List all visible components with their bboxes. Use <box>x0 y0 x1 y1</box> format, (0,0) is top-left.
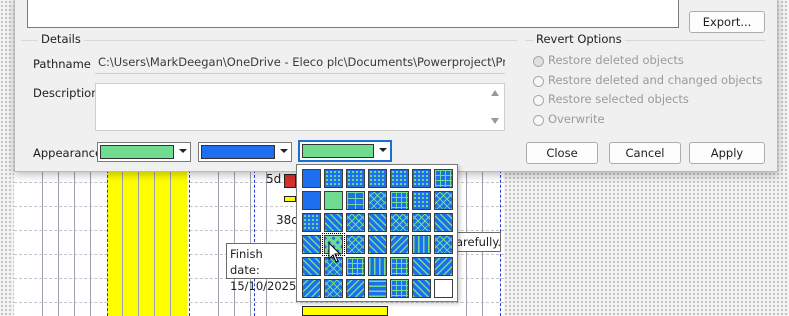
details-legend: Details <box>38 32 84 46</box>
pattern-swatch-dots-green[interactable] <box>324 169 343 188</box>
pattern-swatch-diag-wide[interactable] <box>302 257 321 276</box>
pattern-swatch-hatch-cross[interactable] <box>368 191 387 210</box>
pattern-swatch-grid-large[interactable] <box>346 257 365 276</box>
pattern-swatch-hatch-back[interactable] <box>346 279 365 298</box>
radio-overwrite[interactable] <box>533 115 544 126</box>
chevron-down-icon <box>379 148 387 152</box>
pattern-swatch-slash-thick[interactable] <box>412 279 431 298</box>
pattern-swatch-solid-blue[interactable] <box>302 169 321 188</box>
preview-box <box>27 0 679 28</box>
description-label: Description <box>33 86 99 100</box>
finish-date-tooltip: Finish date: 15/10/2025 <box>226 243 298 293</box>
chevron-down-icon <box>179 149 187 153</box>
pattern-swatch-diamond-lattice[interactable] <box>324 279 343 298</box>
pattern-swatch-diag-back[interactable] <box>302 279 321 298</box>
appearance-pattern-select[interactable] <box>298 140 392 162</box>
pattern-swatch-dots-green[interactable] <box>346 169 365 188</box>
pattern-swatch-solid-green[interactable] <box>324 191 343 210</box>
radio-label: Restore deleted and changed objects <box>548 73 763 87</box>
pathname-value: C:\Users\MarkDeegan\OneDrive - Eleco plc… <box>98 55 505 69</box>
pattern-swatch-horiz-bars[interactable] <box>368 279 387 298</box>
pattern-swatch-dots-dense[interactable] <box>412 191 431 210</box>
pattern-swatch-weave[interactable] <box>346 213 365 232</box>
apply-button[interactable]: Apply <box>689 142 765 164</box>
radio-label: Overwrite <box>548 112 605 126</box>
radio-restore-deleted-changed[interactable] <box>533 76 544 87</box>
pattern-swatch-trellis[interactable] <box>412 213 431 232</box>
revert-dialog: Export... Details Pathname C:\Users\Mark… <box>14 0 778 172</box>
pattern-swatch-grid-fine[interactable] <box>434 169 453 188</box>
pattern-swatch-dots-dense[interactable] <box>412 169 431 188</box>
color-swatch <box>201 145 275 159</box>
tooltip-label: Finish date: <box>230 247 263 277</box>
pattern-swatch-check-diag[interactable] <box>434 191 453 210</box>
pattern-swatch-fwd-wide[interactable] <box>412 257 431 276</box>
pathname-label: Pathname <box>33 57 91 71</box>
pattern-palette-popup <box>296 164 458 302</box>
pattern-swatch-check-small[interactable] <box>390 213 409 232</box>
pattern-swatch-bricks[interactable] <box>346 191 365 210</box>
close-button[interactable]: Close <box>526 142 598 164</box>
pattern-swatch-bwd-wide[interactable] <box>434 257 453 276</box>
description-field[interactable] <box>95 83 505 131</box>
pattern-swatch-plaid[interactable] <box>346 235 365 254</box>
pattern-swatch-diag-grid[interactable] <box>368 213 387 232</box>
appearance-label: Appearance <box>33 146 103 160</box>
pattern-swatch-diag-dense[interactable] <box>434 213 453 232</box>
revert-legend: Revert Options <box>533 32 625 46</box>
pattern-swatch-check-fine[interactable] <box>434 235 453 254</box>
pattern-swatch-dots-small[interactable] <box>390 169 409 188</box>
export-button[interactable]: Export... <box>689 11 765 33</box>
pattern-swatch-solid-blue[interactable] <box>302 191 321 210</box>
pattern-swatch <box>302 144 374 158</box>
pattern-swatch-hatch-fwd[interactable] <box>302 235 321 254</box>
pattern-swatch-diamond-grid[interactable] <box>390 191 409 210</box>
cancel-button[interactable]: Cancel <box>609 142 681 164</box>
radio-label: Restore selected objects <box>548 92 689 106</box>
scroll-up-icon[interactable] <box>491 90 499 96</box>
chevron-down-icon <box>280 149 288 153</box>
pattern-swatch-vert-bars[interactable] <box>368 257 387 276</box>
pattern-swatch-stripes-v[interactable] <box>412 235 431 254</box>
highlight-column <box>107 170 187 316</box>
radio-restore-deleted[interactable] <box>533 56 544 67</box>
appearance-fill-color-select[interactable] <box>97 142 191 162</box>
pattern-swatch-box-grid[interactable] <box>390 279 409 298</box>
radio-restore-selected[interactable] <box>533 95 544 106</box>
color-swatch <box>100 145 174 159</box>
pattern-swatch-sparse-dots[interactable] <box>302 213 321 232</box>
pattern-swatch-cross-grid[interactable] <box>390 257 409 276</box>
details-group-border <box>21 40 517 41</box>
scroll-down-icon[interactable] <box>491 118 499 124</box>
pattern-swatch-stripe-diag[interactable] <box>324 213 343 232</box>
pattern-swatch-dots-small[interactable] <box>368 169 387 188</box>
task-bar-yellow[interactable] <box>302 306 388 316</box>
pattern-swatch-solid-white[interactable] <box>434 279 453 298</box>
tooltip-value: 15/10/2025 <box>230 279 297 293</box>
duration-label: 5d <box>266 172 282 186</box>
pattern-swatch-bwd-lines[interactable] <box>390 235 409 254</box>
note-text-box: arefully. <box>453 232 501 252</box>
task-bar-stub[interactable] <box>284 196 296 202</box>
pathname-field: C:\Users\MarkDeegan\OneDrive - Eleco plc… <box>95 52 505 74</box>
task-bar-red[interactable] <box>284 174 296 188</box>
radio-label: Restore deleted objects <box>548 53 684 67</box>
pattern-swatch-diag-lines[interactable] <box>368 235 387 254</box>
appearance-pattern-color-select[interactable] <box>198 142 292 162</box>
mouse-cursor-icon <box>328 242 342 263</box>
